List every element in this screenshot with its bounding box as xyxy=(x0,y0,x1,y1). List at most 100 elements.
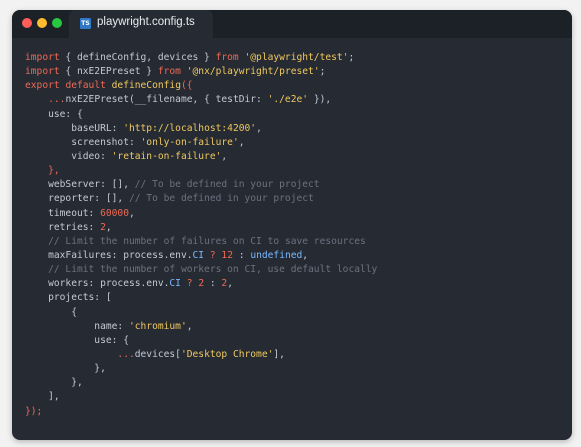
code-token: import xyxy=(25,66,60,78)
code-token: ... xyxy=(48,94,66,106)
code-line: }, xyxy=(25,362,377,376)
code-token: name: xyxy=(25,320,129,332)
code-token: ], xyxy=(273,348,285,360)
code-token: CI xyxy=(169,278,181,290)
code-token: '@nx/playwright/preset' xyxy=(186,66,320,78)
code-token: 'only-on-failure' xyxy=(140,136,239,148)
code-token: }, xyxy=(25,363,106,375)
code-token: webServer: [], xyxy=(25,179,135,191)
code-line: screenshot: 'only-on-failure', xyxy=(25,136,377,150)
code-token: , xyxy=(256,122,262,134)
code-token: : xyxy=(204,278,222,290)
code-line: ...nxE2EPreset(__filename, { testDir: '.… xyxy=(25,93,377,107)
code-token: , xyxy=(238,136,245,148)
code-token: // To be defined in your project xyxy=(134,179,320,191)
title-bar: TS playwright.config.ts xyxy=(12,10,572,38)
code-token: { defineConfig, devices } xyxy=(59,52,216,63)
code-token: screenshot: xyxy=(25,136,141,148)
code-token: CI xyxy=(192,249,205,261)
code-token: defineConfig xyxy=(111,80,181,92)
code-token: // Limit the number of failures on CI to… xyxy=(25,235,366,247)
code-token: , xyxy=(221,150,228,162)
code-token: ... xyxy=(117,348,135,360)
code-token: 'Desktop Chrome' xyxy=(180,348,274,360)
code-token: nxE2EPreset(__filename, { testDir: xyxy=(65,94,268,106)
code-token: { xyxy=(25,306,77,318)
code-token: }); xyxy=(25,405,43,417)
code-line: // Limit the number of workers on CI, us… xyxy=(25,263,377,277)
code-token: use: { xyxy=(25,334,129,346)
code-token: 'retain-on-failure' xyxy=(111,150,222,162)
code-line: }); xyxy=(25,405,377,419)
code-token: projects: [ xyxy=(25,292,112,304)
code-line: import { defineConfig, devices } from '@… xyxy=(25,51,377,65)
code-line: maxFailures: process.env.CI ? 12 : undef… xyxy=(25,249,377,263)
code-token: baseURL: xyxy=(25,122,124,134)
code-line: // Limit the number of failures on CI to… xyxy=(25,235,377,249)
code-line: use: { xyxy=(25,334,377,348)
code-token: }), xyxy=(308,94,332,106)
code-token: }, xyxy=(48,165,60,177)
code-line: video: 'retain-on-failure', xyxy=(25,150,377,164)
code-token: from xyxy=(215,52,239,63)
close-window-button[interactable] xyxy=(22,18,32,28)
code-token: }, xyxy=(25,377,83,389)
code-line: workers: process.env.CI ? 2 : 2, xyxy=(25,277,377,291)
code-line: name: 'chromium', xyxy=(25,320,377,334)
code-token: { nxE2EPreset } xyxy=(59,66,158,78)
code-token: '@playwright/test' xyxy=(244,52,349,63)
code-token: './e2e' xyxy=(267,94,309,106)
typescript-file-icon: TS xyxy=(80,18,91,29)
code-window: TS playwright.config.ts import { defineC… xyxy=(12,10,572,440)
code-line: }, xyxy=(25,164,377,178)
code-token: devices[ xyxy=(134,348,181,360)
code-token: workers: process.env. xyxy=(25,278,170,290)
tab-playwright-config[interactable]: TS playwright.config.ts xyxy=(69,10,213,38)
minimize-window-button[interactable] xyxy=(37,18,47,28)
code-token: , xyxy=(186,320,193,332)
code-token: default xyxy=(65,80,106,92)
code-line: projects: [ xyxy=(25,291,377,305)
code-token: from xyxy=(157,66,181,78)
code-token: undefined xyxy=(250,249,303,261)
code-token: // To be defined in your project xyxy=(128,193,314,205)
code-token: // Limit the number of workers on CI, us… xyxy=(25,264,378,276)
code-line: }, xyxy=(25,376,377,390)
code-line: timeout: 60000, xyxy=(25,207,377,221)
code-editor[interactable]: import { defineConfig, devices } from '@… xyxy=(25,51,377,419)
code-token: 'chromium' xyxy=(128,320,187,332)
code-token: maxFailures: process.env. xyxy=(25,249,193,261)
tab-title: playwright.config.ts xyxy=(97,16,195,28)
code-line: use: { xyxy=(25,108,377,122)
code-token: reporter: [], xyxy=(25,193,129,205)
code-token: 60000 xyxy=(100,207,129,219)
code-token: export xyxy=(25,80,60,92)
code-token: video: xyxy=(25,150,112,162)
code-line: { xyxy=(25,306,377,320)
code-token: , xyxy=(302,249,309,261)
code-token: 12 xyxy=(221,249,233,261)
code-token: timeout: xyxy=(25,207,101,219)
code-token: , xyxy=(227,278,233,290)
code-token: ], xyxy=(25,391,60,403)
code-line: reporter: [], // To be defined in your p… xyxy=(25,192,377,206)
code-line: ], xyxy=(25,390,377,404)
code-line: import { nxE2EPreset } from '@nx/playwri… xyxy=(25,65,377,79)
code-token: ; xyxy=(348,52,355,63)
code-token: ; xyxy=(319,66,326,78)
code-token: import xyxy=(25,52,60,63)
code-token: , xyxy=(105,221,112,233)
maximize-window-button[interactable] xyxy=(52,18,62,28)
code-token: retries: xyxy=(25,221,101,233)
code-token: ({ xyxy=(180,80,193,92)
code-line: ...devices['Desktop Chrome'], xyxy=(25,348,377,362)
code-line: retries: 2, xyxy=(25,221,377,235)
code-line: baseURL: 'http://localhost:4200', xyxy=(25,122,377,136)
code-token: use: { xyxy=(25,108,83,120)
code-token: , xyxy=(128,207,135,219)
code-line: webServer: [], // To be defined in your … xyxy=(25,178,377,192)
code-token: : xyxy=(232,249,251,261)
